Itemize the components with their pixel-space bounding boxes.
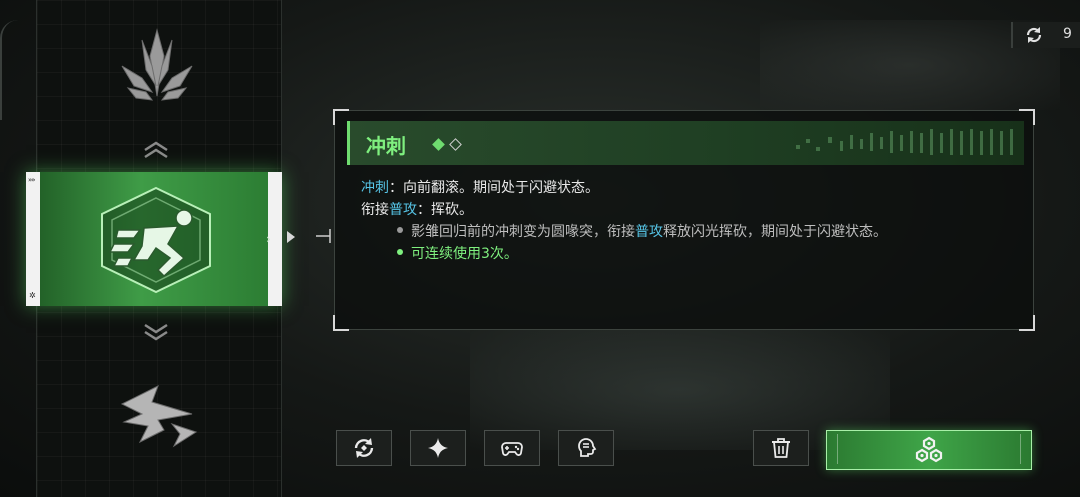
swap-icon [354, 438, 374, 458]
claw-strike-icon[interactable] [112, 26, 202, 106]
bullet-text: 影雏回归前的冲刺变为圆喙突，衔接 [411, 224, 635, 240]
skill-title: 冲刺 [366, 134, 406, 158]
keyword: 普攻 [389, 202, 417, 218]
refresh-counter[interactable]: 9 [1011, 22, 1080, 48]
confirm-button[interactable] [826, 430, 1032, 470]
column-edge-decoration [0, 20, 22, 120]
refresh-icon [1026, 27, 1042, 43]
scroll-up-chevron-icon[interactable] [141, 140, 171, 160]
slot-arrow-icon: › [266, 232, 271, 246]
dash-runner-icon [101, 186, 211, 294]
level-diamond-filled-icon [432, 138, 445, 151]
bullet-dot [397, 227, 403, 233]
gamepad-icon [501, 442, 523, 456]
sparkle-button[interactable] [410, 430, 466, 466]
hex-cluster-icon [915, 436, 943, 463]
description-line: 冲刺：向前翻滚。期间处于闪避状态。 [361, 177, 599, 199]
button-decoration [1020, 434, 1021, 464]
skill-info-panel: 冲刺 冲刺：向前翻滚。期间处于闪避状态。 衔接普攻：挥砍。 影雏回归前的冲刺变为… [333, 109, 1035, 331]
button-decoration [837, 434, 838, 464]
description-text: ：挥砍。 [417, 202, 473, 218]
connector-icon [316, 229, 331, 243]
slot-marker-top: »» [28, 176, 36, 184]
keyword: 普攻 [635, 224, 663, 240]
skill-description: 冲刺：向前翻滚。期间处于闪避状态。 衔接普攻：挥砍。 [361, 177, 599, 221]
head-speech-icon [578, 438, 597, 457]
bullet-text: 释放闪光挥砍，期间处于闪避状态。 [663, 224, 887, 240]
panel-corner [333, 315, 349, 331]
description-text: ：向前翻滚。期间处于闪避状态。 [389, 180, 599, 196]
scroll-down-chevron-icon[interactable] [141, 322, 171, 342]
trash-icon [772, 438, 790, 458]
slot-left-strip: »» ✲ [26, 172, 40, 306]
slot-marker-bottom: ✲ [29, 291, 36, 300]
delete-button[interactable] [753, 430, 809, 466]
wing-slash-icon[interactable] [114, 380, 200, 450]
refresh-count: 9 [1063, 26, 1072, 42]
level-diamond-empty-icon [449, 138, 462, 151]
voice-button[interactable] [558, 430, 614, 466]
keyword: 冲刺 [361, 180, 389, 196]
skill-header: 冲刺 [347, 121, 1024, 165]
panel-corner [1019, 315, 1035, 331]
swap-button[interactable] [336, 430, 392, 466]
description-text: 衔接 [361, 202, 389, 218]
gamepad-button[interactable] [484, 430, 540, 466]
bullet-text: 可连续使用3次。 [411, 246, 518, 262]
description-bullet: 影雏回归前的冲刺变为圆喙突，衔接普攻释放闪光挥砍，期间处于闪避状态。 [397, 221, 887, 241]
sparkle-icon [428, 438, 448, 458]
description-line: 衔接普攻：挥砍。 [361, 199, 599, 221]
bullet-dot [397, 249, 403, 255]
pointer-arrow-icon [287, 231, 295, 243]
description-bullet-highlight: 可连续使用3次。 [397, 243, 518, 263]
header-pattern-decoration [796, 129, 1013, 155]
